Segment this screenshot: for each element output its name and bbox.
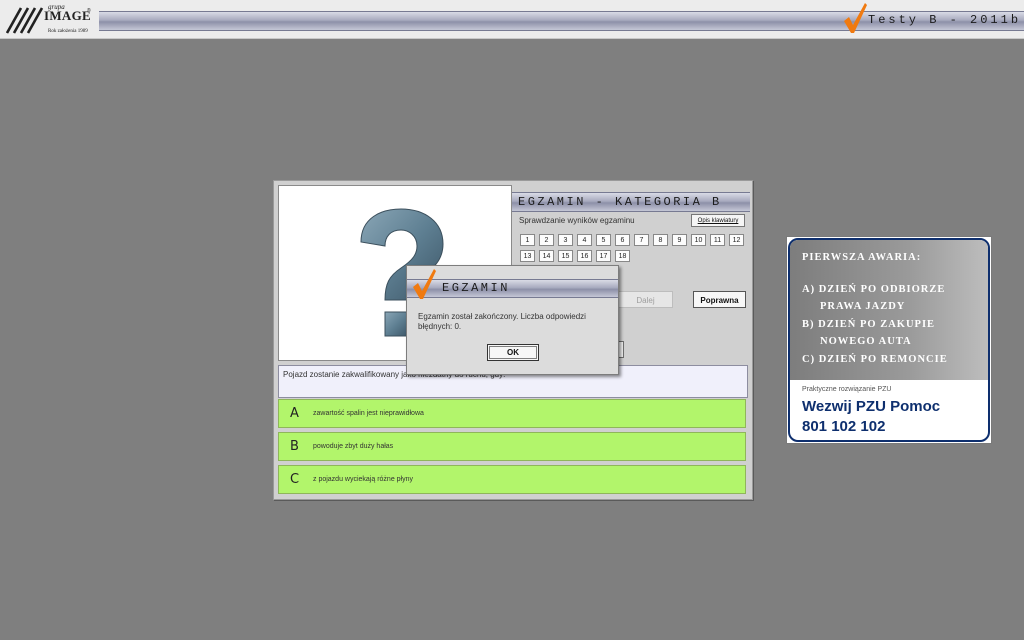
question-number-button[interactable]: 15 xyxy=(558,250,573,262)
exam-title: Egzamin - kategoria B xyxy=(518,195,722,209)
question-number-button[interactable]: 5 xyxy=(596,234,611,246)
advert-line: PIERWSZA AWARIA: xyxy=(802,252,922,263)
logo-since: Rok założenia 1989 xyxy=(48,29,88,34)
question-number-button[interactable]: 10 xyxy=(691,234,706,246)
advert-phone: 801 102 102 xyxy=(802,418,886,435)
results-check-label: Sprawdzanie wyników egzaminu xyxy=(519,216,635,225)
question-number-button[interactable]: 6 xyxy=(615,234,630,246)
advert-headline: Wezwij PZU Pomoc xyxy=(802,398,941,415)
question-number-button[interactable]: 16 xyxy=(577,250,592,262)
advert-tagline: Praktyczne rozwiązanie PZU xyxy=(802,386,892,393)
answer-b[interactable]: B powoduje zbyt duży hałas xyxy=(278,432,746,461)
checkmark-icon xyxy=(413,269,436,299)
logo-registered: ® xyxy=(87,8,91,14)
advert-line: B) DZIEŃ PO ZAKUPIE xyxy=(802,319,936,330)
dialog-title: Egzamin xyxy=(442,281,510,295)
dialog-message: Egzamin został zakończony. Liczba odpowi… xyxy=(418,312,586,331)
correct-answer-button[interactable]: Poprawna xyxy=(693,291,746,308)
answer-text: z pojazdu wyciekają różne płyny xyxy=(313,476,413,483)
exam-finished-dialog: Egzamin Egzamin został zakończony. Liczb… xyxy=(406,265,619,375)
question-number-button[interactable]: 4 xyxy=(577,234,592,246)
answer-a[interactable]: A zawartość spalin jest nieprawidłowa xyxy=(278,399,746,428)
app-title: Testy B - 2011b xyxy=(868,13,1022,27)
next-button[interactable]: Dalej xyxy=(618,291,673,308)
question-number-button[interactable]: 13 xyxy=(520,250,535,262)
question-number-button[interactable]: 8 xyxy=(653,234,668,246)
advert-line: A) DZIEŃ PO ODBIORZE xyxy=(802,284,946,295)
question-number-button[interactable]: 7 xyxy=(634,234,649,246)
keyboard-help-button[interactable]: Opis klawiatury xyxy=(691,214,745,227)
question-number-button[interactable]: 9 xyxy=(672,234,687,246)
answer-c[interactable]: C z pojazdu wyciekają różne płyny xyxy=(278,465,746,494)
question-number-button[interactable]: 2 xyxy=(539,234,554,246)
pzu-advert[interactable]: PIERWSZA AWARIA: A) DZIEŃ PO ODBIORZE PR… xyxy=(786,236,992,444)
answer-letter: B xyxy=(290,439,299,454)
top-bar: grupa IMAGE ® Rok założenia 1989 Testy B… xyxy=(0,0,1024,39)
question-number-button[interactable]: 11 xyxy=(710,234,725,246)
question-number-button[interactable]: 12 xyxy=(729,234,744,246)
question-number-button[interactable]: 1 xyxy=(520,234,535,246)
advert-frame: PIERWSZA AWARIA: A) DZIEŃ PO ODBIORZE PR… xyxy=(788,238,990,442)
question-number-button[interactable]: 14 xyxy=(539,250,554,262)
answer-text: zawartość spalin jest nieprawidłowa xyxy=(313,410,424,417)
logo-stripes-icon xyxy=(6,7,44,34)
ok-button[interactable]: OK xyxy=(487,344,539,361)
answer-letter: C xyxy=(290,472,300,487)
advert-top-panel: PIERWSZA AWARIA: A) DZIEŃ PO ODBIORZE PR… xyxy=(790,240,988,380)
dialog-header-strip xyxy=(407,279,618,298)
question-number-button[interactable]: 17 xyxy=(596,250,611,262)
advert-line: C) DZIEŃ PO REMONCIE xyxy=(802,354,948,365)
advert-line: PRAWA JAZDY xyxy=(820,301,906,312)
answer-letter: A xyxy=(290,406,299,421)
answer-text: powoduje zbyt duży hałas xyxy=(313,443,394,450)
question-number-button[interactable]: 18 xyxy=(615,250,630,262)
advert-line: NOWEGO AUTA xyxy=(820,336,912,347)
question-number-button[interactable]: 3 xyxy=(558,234,573,246)
checkmark-icon xyxy=(844,3,867,33)
logo-name: IMAGE xyxy=(44,8,91,23)
logo: grupa IMAGE ® Rok założenia 1989 xyxy=(4,2,96,36)
